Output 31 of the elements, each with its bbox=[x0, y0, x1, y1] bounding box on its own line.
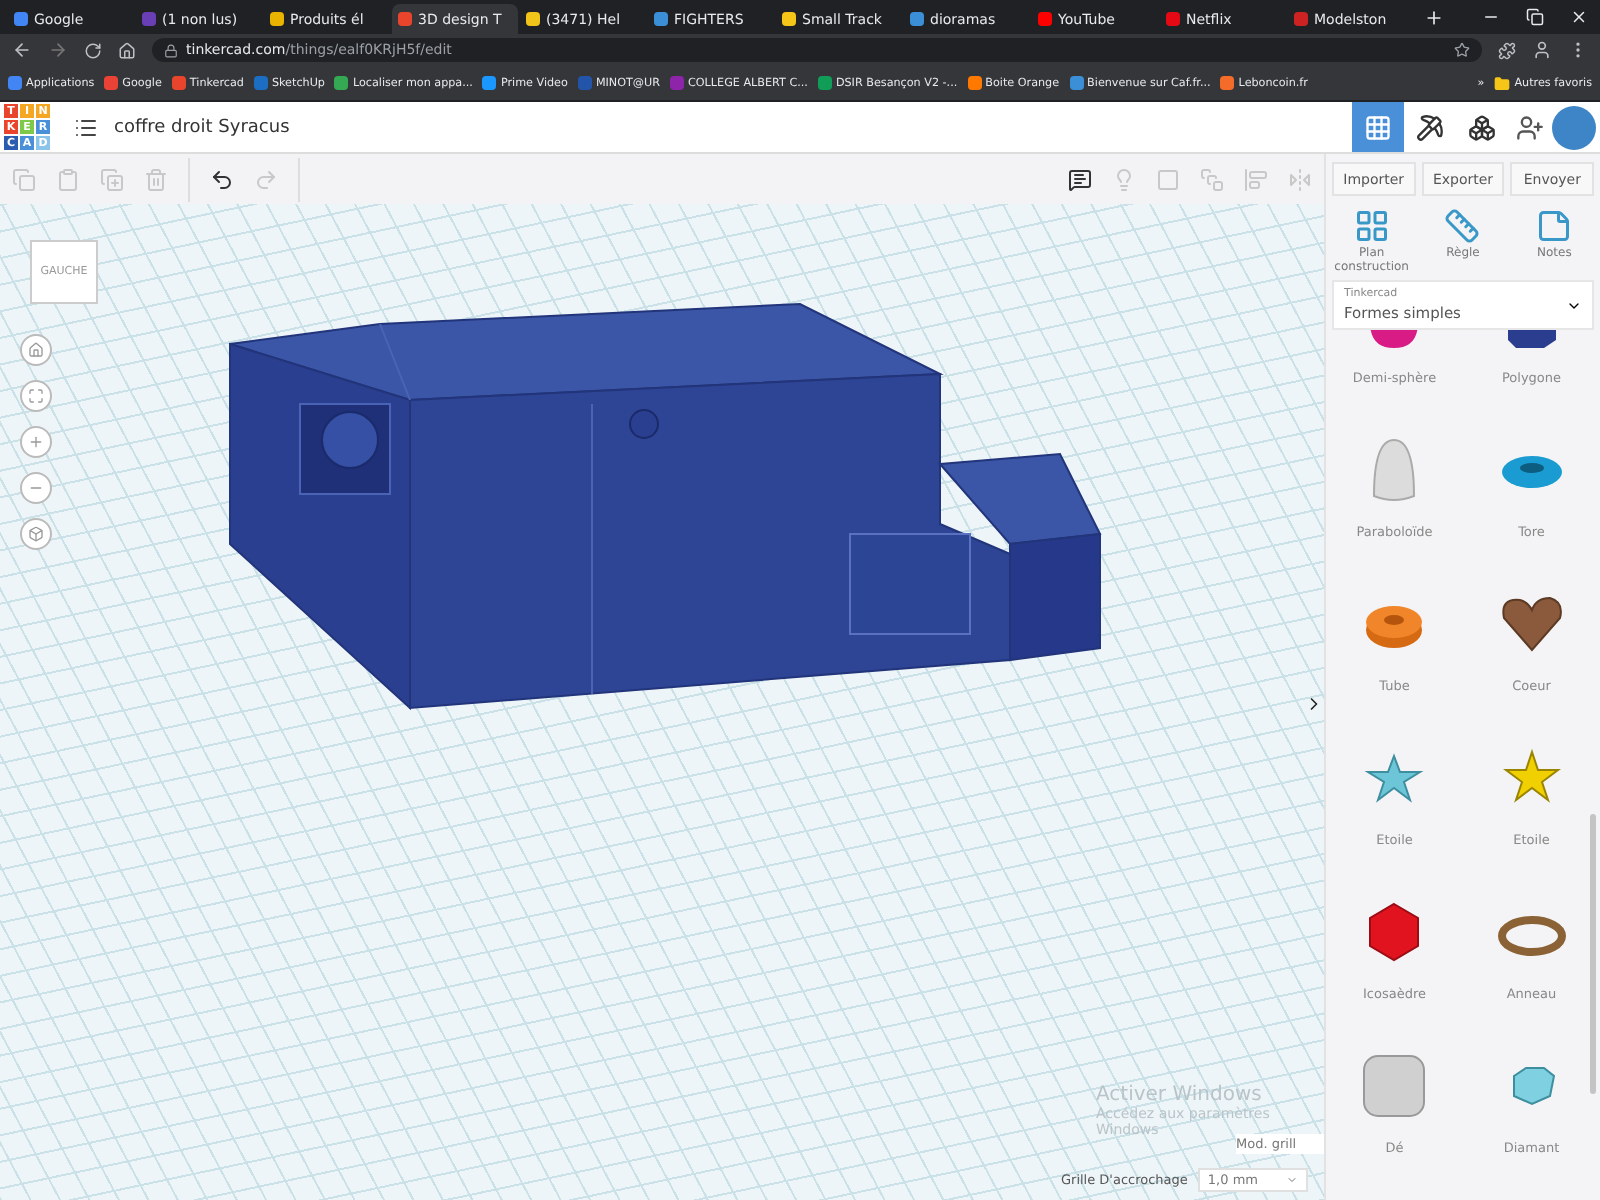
back-icon[interactable] bbox=[12, 40, 32, 60]
avatar[interactable] bbox=[1552, 105, 1596, 149]
bookmark-star-icon[interactable] bbox=[1454, 42, 1470, 58]
home-icon[interactable] bbox=[118, 41, 136, 59]
lock-icon bbox=[164, 43, 178, 57]
close-icon[interactable] bbox=[1570, 8, 1588, 26]
caret-icon bbox=[1286, 1174, 1298, 1186]
folder-icon bbox=[1494, 75, 1511, 91]
pickaxe-icon bbox=[1416, 113, 1444, 141]
restore-icon[interactable] bbox=[1526, 8, 1544, 26]
ortho-view-button[interactable] bbox=[20, 518, 52, 550]
note-icon bbox=[1536, 208, 1573, 244]
fit-frame-icon bbox=[28, 388, 44, 404]
new-tab-icon[interactable] bbox=[1424, 8, 1444, 28]
forward-icon[interactable] bbox=[48, 40, 68, 60]
die-icon bbox=[1358, 1052, 1431, 1120]
undo-icon[interactable] bbox=[210, 167, 234, 191]
home-icon bbox=[28, 342, 44, 358]
note-bubble-icon[interactable] bbox=[1068, 167, 1092, 191]
add-user-icon[interactable] bbox=[1516, 113, 1544, 141]
ruler-icon bbox=[1444, 208, 1481, 244]
grid-plane-icon bbox=[1353, 208, 1390, 244]
design-title[interactable]: coffre droit Syracus bbox=[114, 117, 290, 137]
zoom-in-icon bbox=[28, 434, 44, 450]
caret-icon bbox=[1566, 298, 1582, 314]
extensions-icon[interactable] bbox=[1498, 41, 1516, 59]
bricks-icon bbox=[1468, 113, 1496, 141]
grid-icon bbox=[1364, 113, 1392, 141]
cube-icon bbox=[28, 526, 44, 542]
reload-icon[interactable] bbox=[84, 41, 102, 59]
profile-icon[interactable] bbox=[1532, 40, 1552, 60]
